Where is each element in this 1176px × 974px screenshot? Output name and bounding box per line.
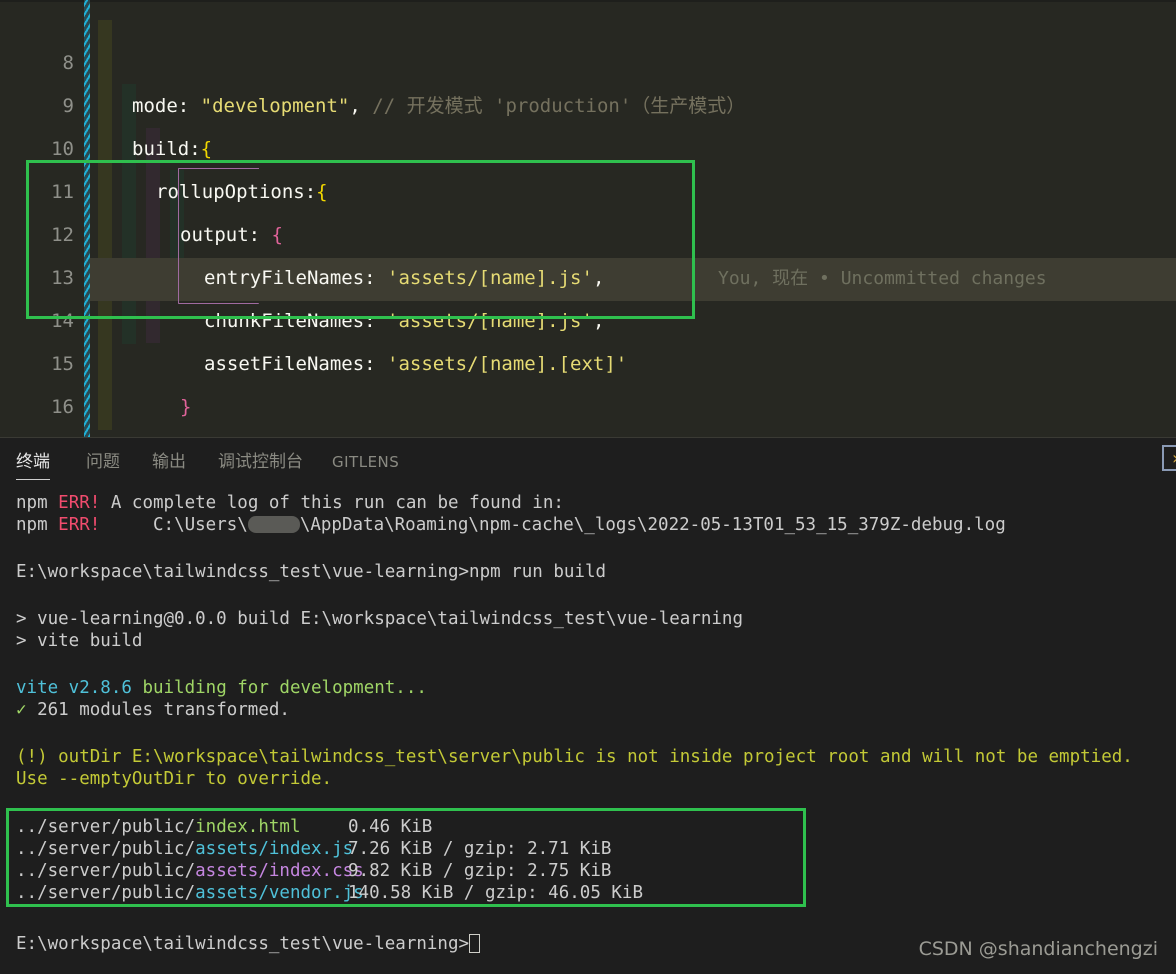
build-size: 9.82 KiB / gzip: 2.75 KiB [348,860,611,882]
code-line[interactable]: 11 output: { [0,128,1176,171]
terminal-warning-line: Use --emptyOutDir to override. [16,768,332,790]
chevron-glyph: › [1170,448,1176,470]
build-size: 7.26 KiB / gzip: 2.71 KiB [348,838,611,860]
line-content: }, [156,429,179,437]
vscode-window: 8 mode: "development", // 开发模式 'producti… [0,0,1176,974]
code-line[interactable]: 17 target:'modules', [0,386,1176,429]
terminal-line: > vite build [16,630,142,652]
build-output-row: ../server/public/index.html0.46 KiB [16,816,300,838]
bottom-panel: 终端 问题 输出 调试控制台 GITLENS › npm ERR! A comp… [0,437,1176,974]
watermark: CSDN @shandianchengzi [919,938,1158,960]
build-output-row: ../server/public/assets/index.js7.26 KiB… [16,838,353,860]
tab-terminal[interactable]: 终端 [16,438,50,484]
tab-label: 终端 [16,452,50,472]
build-size: 140.58 KiB / gzip: 46.05 KiB [348,882,643,904]
terminal-line: > vue-learning@0.0.0 build E:\workspace\… [16,608,743,630]
tab-label: 问题 [86,452,120,472]
code-line[interactable]: 8 mode: "development", // 开发模式 'producti… [0,0,1176,42]
terminal-line: vite v2.8.6 building for development... [16,677,427,699]
code-editor[interactable]: 8 mode: "development", // 开发模式 'producti… [0,0,1176,437]
code-line[interactable]: 15 } [0,300,1176,343]
code-line[interactable]: 16 }, [0,343,1176,386]
code-line[interactable]: 14 assetFileNames: 'assets/[name].[ext]'… [0,257,1176,300]
build-output-row: ../server/public/assets/index.css9.82 Ki… [16,860,364,882]
tab-label: GITLENS [332,453,399,471]
build-size: 0.46 KiB [348,816,432,838]
code-line[interactable]: 13 chunkFileNames: 'assets/[name].js', [0,214,1176,257]
tab-problems[interactable]: 问题 [86,438,120,484]
terminal-warning-line: (!) outDir E:\workspace\tailwindcss_test… [16,746,1133,768]
code-line[interactable]: 12 entryFileNames: 'assets/[name].js', [0,171,1176,214]
terminal-line: ✓ 261 modules transformed. [16,699,290,721]
terminal-output[interactable]: npm ERR! A complete log of this run can … [0,484,1176,974]
build-output-row: ../server/public/assets/vendor.js140.58 … [16,882,364,904]
chevron-right-icon[interactable]: › [1162,445,1176,471]
terminal-line: npm ERR! C:\Users\\AppData\Roaming\npm-c… [16,514,1006,536]
tab-gitlens[interactable]: GITLENS [332,438,399,484]
tab-label: 输出 [152,452,186,472]
tab-output[interactable]: 输出 [152,438,186,484]
tab-label: 调试控制台 [218,452,303,472]
terminal-prompt[interactable]: E:\workspace\tailwindcss_test\vue-learni… [16,933,480,955]
panel-tabbar[interactable]: 终端 问题 输出 调试控制台 GITLENS › [0,438,1176,484]
line-number: 17 [0,429,74,437]
code-line[interactable]: 10 rollupOptions:{ [0,85,1176,128]
terminal-cursor [469,934,480,953]
code-line[interactable]: 9 build:{ [0,42,1176,85]
terminal-line: E:\workspace\tailwindcss_test\vue-learni… [16,561,606,583]
tab-debug-console[interactable]: 调试控制台 [218,438,303,484]
redacted-username [248,516,300,533]
terminal-line: npm ERR! A complete log of this run can … [16,492,564,514]
git-blame-annotation: You, 现在 • Uncommitted changes [718,257,1047,300]
